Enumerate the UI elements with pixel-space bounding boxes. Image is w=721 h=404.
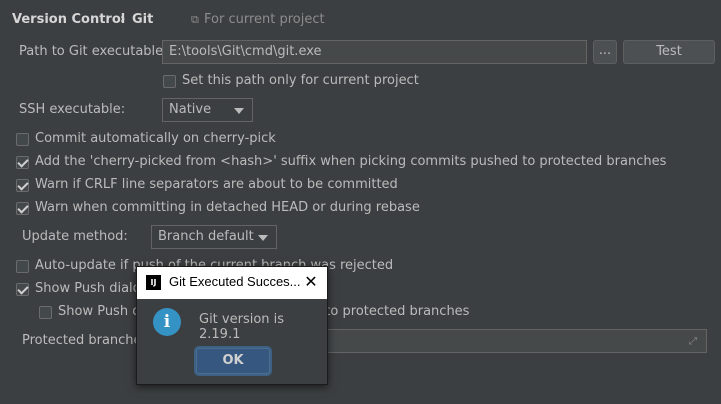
project-only-checkbox[interactable]: [163, 75, 176, 88]
intellij-logo-icon: IJ: [146, 275, 161, 290]
warn-crlf-checkbox[interactable]: [16, 179, 29, 192]
warn-detached-label: Warn when committing in detached HEAD or…: [35, 200, 420, 215]
chevron-down-icon: [234, 108, 244, 114]
info-icon: i: [153, 308, 181, 336]
browse-button[interactable]: ...: [593, 40, 617, 64]
commit-cherry-pick-label: Commit automatically on cherry-pick: [35, 131, 276, 146]
warn-crlf-label: Warn if CRLF line separators are about t…: [35, 177, 398, 192]
ssh-label: SSH executable:: [19, 102, 126, 117]
ssh-select[interactable]: Native: [162, 98, 253, 122]
show-push-dialog-checkbox[interactable]: [16, 283, 29, 296]
git-path-input[interactable]: E:\tools\Git\cmd\git.exe: [162, 40, 587, 64]
git-success-dialog: IJ Git Executed Succes... ✕ i Git versio…: [136, 266, 328, 385]
breadcrumb-separator: ›: [120, 12, 126, 27]
warn-detached-checkbox[interactable]: [16, 202, 29, 215]
dialog-message: Git version is 2.19.1: [199, 312, 285, 342]
breadcrumb-root: Version Control: [12, 12, 126, 27]
breadcrumb-leaf: Git: [132, 12, 154, 27]
scope-text: For current project: [204, 12, 325, 27]
expand-icon[interactable]: ⤢: [689, 336, 697, 347]
git-path-label: Path to Git executable:: [19, 44, 168, 59]
show-push-only-checkbox[interactable]: [39, 306, 52, 319]
chevron-down-icon: [258, 235, 268, 241]
dialog-title: Git Executed Succes...: [169, 274, 301, 289]
add-suffix-checkbox[interactable]: [16, 156, 29, 169]
close-icon[interactable]: ✕: [301, 272, 321, 292]
update-method-value: Branch default: [158, 229, 254, 244]
ssh-select-value: Native: [169, 102, 212, 117]
dialog-titlebar: IJ Git Executed Succes... ✕: [137, 267, 327, 299]
test-button[interactable]: Test: [623, 40, 715, 64]
protected-branches-label: Protected branches:: [22, 333, 153, 348]
add-suffix-label: Add the 'cherry-picked from <hash>' suff…: [35, 154, 667, 169]
update-method-select[interactable]: Branch default: [151, 225, 277, 249]
auto-update-checkbox[interactable]: [16, 260, 29, 273]
ok-button[interactable]: OK: [196, 348, 270, 374]
project-only-label: Set this path only for current project: [182, 73, 419, 88]
copy-icon: ⧉: [191, 13, 199, 26]
commit-cherry-pick-checkbox[interactable]: [16, 133, 29, 146]
update-method-label: Update method:: [22, 229, 128, 244]
